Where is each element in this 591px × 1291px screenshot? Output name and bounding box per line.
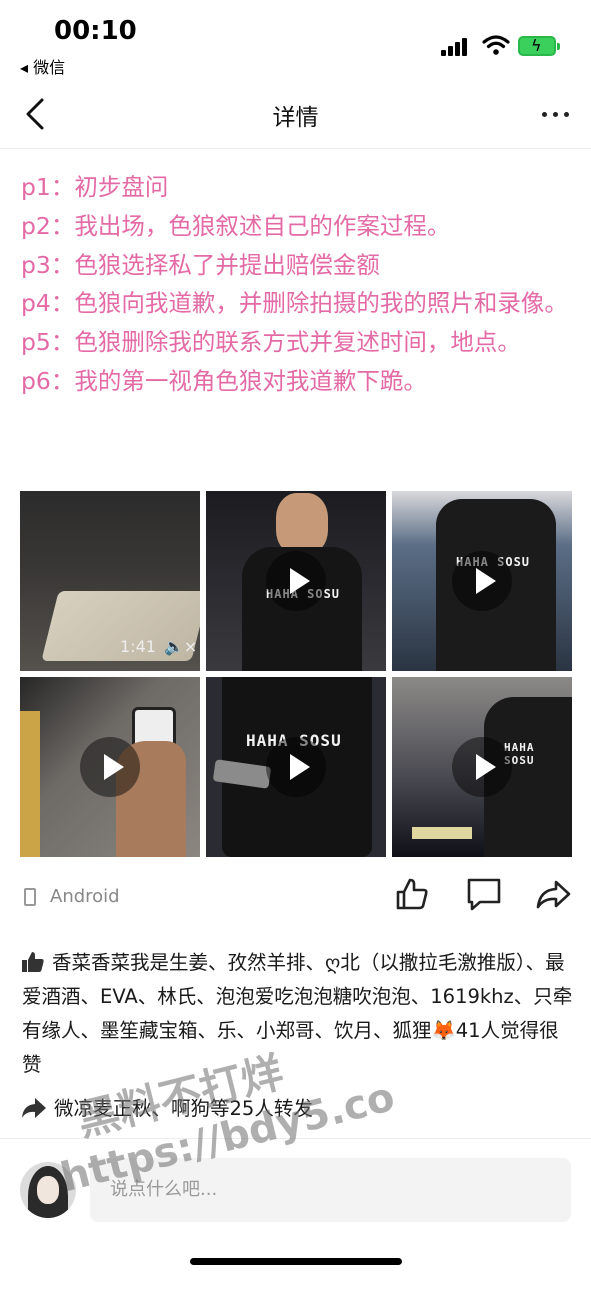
cellular-signal-icon — [441, 38, 469, 56]
media-tile-video[interactable]: HAHA SOSU — [392, 677, 572, 857]
likes-text[interactable]: 香菜香菜我是生姜、孜然羊排、ღ北（以撒拉毛激推版）、最爱酒酒、EVA、林氏、泡泡… — [22, 951, 572, 1076]
avatar[interactable] — [20, 1162, 76, 1218]
play-icon[interactable] — [266, 551, 326, 611]
media-tile-video[interactable] — [20, 677, 200, 857]
post-line: p5：色狼删除我的联系方式并复述时间，地点。 — [21, 328, 521, 357]
phone-icon — [24, 888, 36, 906]
thumbs-up-icon — [22, 952, 44, 972]
page-title: 详情 — [272, 105, 319, 131]
play-icon[interactable] — [266, 737, 326, 797]
status-bar: 00:10 ◂ 微信 ϟ — [0, 0, 591, 80]
more-options-icon[interactable] — [540, 100, 572, 126]
media-tile-video[interactable]: 1:41 🔈× — [20, 491, 200, 671]
like-icon[interactable] — [392, 874, 432, 914]
play-icon[interactable] — [452, 551, 512, 611]
avatar-face — [37, 1176, 59, 1204]
play-icon[interactable] — [80, 737, 140, 797]
post-line: p2：我出场，色狼叙述自己的作案过程。 — [21, 211, 451, 240]
post-line: p1：初步盘问 — [21, 173, 169, 201]
photo-content — [276, 493, 328, 555]
shirt-print: HAHA SOSU — [504, 741, 535, 767]
divider — [0, 1138, 591, 1139]
post-line: p6：我的第一视角色狼对我道歉下跪。 — [21, 366, 427, 395]
post-body: p1：初步盘问 p2：我出场，色狼叙述自己的作案过程。 p3：色狼选择私了并提出… — [21, 168, 577, 401]
comment-input[interactable]: 说点什么吧... — [90, 1158, 571, 1222]
nav-bar: 详情 — [0, 80, 591, 149]
reposts-text[interactable]: 微凉麦正秋、啊狗等25人转发 — [54, 1097, 313, 1120]
repost-arrow-icon — [22, 1098, 46, 1118]
battery-charging-icon: ϟ — [518, 36, 560, 56]
reposts-row: 微凉麦正秋、啊狗等25人转发 — [22, 1092, 313, 1121]
comment-icon[interactable] — [464, 874, 504, 914]
device-label: Android — [50, 886, 120, 907]
share-icon[interactable] — [534, 874, 574, 914]
wifi-icon — [482, 35, 510, 55]
mute-icon[interactable]: 🔈× — [164, 637, 197, 656]
post-line: p3：色狼选择私了并提出赔偿金额 — [21, 250, 380, 279]
photo-content — [20, 711, 40, 857]
media-tile-video[interactable]: HAHA SOSU — [392, 491, 572, 671]
media-tile-video[interactable]: HAHA SOSU — [206, 677, 386, 857]
video-duration: 1:41 — [120, 637, 156, 656]
media-tile-video[interactable]: HAHA SOSU — [206, 491, 386, 671]
home-indicator — [190, 1258, 402, 1265]
play-icon[interactable] — [452, 737, 512, 797]
back-to-wechat-link[interactable]: ◂ 微信 — [20, 54, 65, 78]
photo-content — [412, 827, 472, 839]
likes-list: 香菜香菜我是生姜、孜然羊排、ღ北（以撒拉毛激推版）、最爱酒酒、EVA、林氏、泡泡… — [22, 946, 574, 1082]
status-time: 00:10 — [54, 16, 137, 46]
post-line: p4：色狼向我道歉，并删除拍摄的我的照片和录像。 — [21, 289, 568, 318]
